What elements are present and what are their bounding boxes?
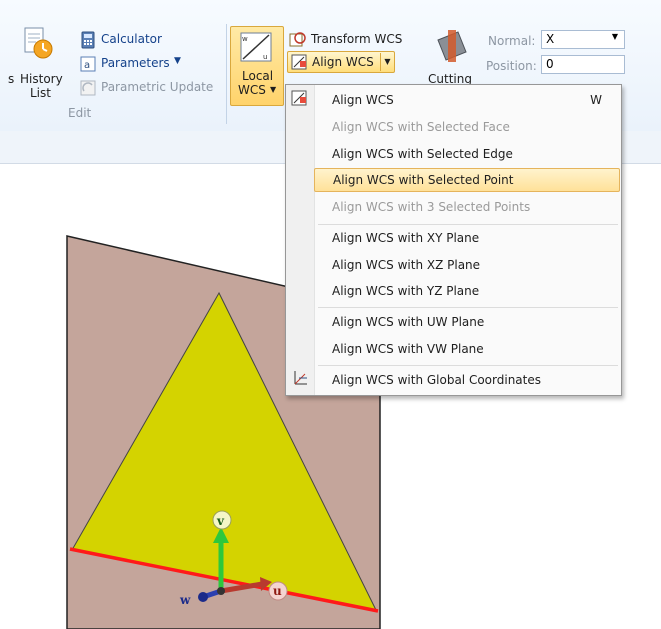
calculator-button[interactable]: Calculator [80,30,200,50]
truncated-left-label: s [8,72,15,86]
ribbon-separator [226,24,227,124]
normal-label: Normal: [488,34,536,48]
menu-item-align-3-selected-points[interactable]: Align WCS with 3 Selected Points [314,195,620,219]
position-label: Position: [486,59,537,73]
parametric-update-button[interactable]: Parametric Update [80,78,220,98]
menu-item-align-selected-point[interactable]: Align WCS with Selected Point [314,168,620,192]
menu-item-align-yz-plane[interactable]: Align WCS with YZ Plane [314,279,620,303]
menu-item-label: Align WCS with UW Plane [332,315,485,329]
menu-item-label: Align WCS with YZ Plane [332,284,480,298]
transform-wcs-icon [289,32,306,47]
menu-item-label: Align WCS with Global Coordinates [332,373,541,387]
parametric-update-icon [80,80,96,96]
local-wcs-button[interactable]: w u Local WCS ▼ [230,26,284,106]
svg-text:w: w [242,35,248,43]
svg-text:w: w [179,593,191,607]
position-value: 0 [546,57,554,71]
menu-item-label: Align WCS with VW Plane [332,342,484,356]
menu-separator [318,307,618,308]
axis-label-v: v [212,510,232,530]
menu-item-align-global-coordinates[interactable]: Align WCS with Global Coordinates [314,368,620,392]
transform-wcs-label: Transform WCS [311,32,403,46]
menu-item-align-xy-plane[interactable]: Align WCS with XY Plane [314,226,620,250]
menu-item-label: Align WCS with Selected Edge [332,147,513,161]
history-label-line1: History [20,72,63,86]
history-icon [24,27,53,59]
parameters-icon: a [80,56,96,72]
local-wcs-label-line1: Local [242,69,274,83]
svg-text:u: u [263,53,267,61]
menu-item-label: Align WCS with XZ Plane [332,258,481,272]
normal-dropdown-icon: ▼ [611,32,618,41]
menu-item-label: Align WCS with Selected Face [332,120,510,134]
transform-wcs-button[interactable]: Transform WCS [289,30,409,50]
align-wcs-label: Align WCS [312,55,374,69]
calculator-icon [81,31,95,49]
menu-item-shortcut: W [590,93,602,107]
svg-text:a: a [84,60,90,71]
parameters-label: Parameters [101,56,170,70]
menu-separator [318,365,618,366]
parameters-dropdown-icon: ▼ [174,56,181,66]
menu-item-align-uw-plane[interactable]: Align WCS with UW Plane [314,310,620,334]
menu-item-label: Align WCS [332,93,394,107]
local-wcs-label-line2: WCS [238,83,266,97]
align-wcs-icon [291,54,307,70]
normal-select[interactable]: X ▼ [541,30,625,49]
svg-text:u: u [273,584,282,598]
global-coordinates-icon [294,371,307,385]
cutting-plane-icon [437,30,467,62]
menu-icon-gutter [286,85,315,395]
history-label-line2: List [30,86,51,100]
menu-item-align-selected-face[interactable]: Align WCS with Selected Face [314,115,620,139]
local-wcs-icon: w u [240,32,272,62]
svg-text:v: v [216,514,225,528]
menu-separator [318,224,618,225]
menu-item-label: Align WCS with Selected Point [333,173,514,187]
menu-item-label: Align WCS with 3 Selected Points [332,200,531,214]
axis-label-u: u [268,581,288,601]
parameters-button[interactable]: a Parameters ▼ [80,54,200,74]
menu-item-align-vw-plane[interactable]: Align WCS with VW Plane [314,337,620,361]
menu-item-align-xz-plane[interactable]: Align WCS with XZ Plane [314,253,620,277]
align-wcs-menu: Align WCS W Align WCS with Selected Face… [285,84,622,396]
menu-item-label: Align WCS with XY Plane [332,231,480,245]
align-wcs-button[interactable]: Align WCS ▼ [287,51,395,73]
parametric-update-label: Parametric Update [101,80,214,94]
menu-item-align-wcs[interactable]: Align WCS W [314,88,620,112]
menu-item-align-selected-edge[interactable]: Align WCS with Selected Edge [314,142,620,166]
position-input[interactable]: 0 [541,55,625,74]
align-wcs-icon [291,90,307,106]
normal-value: X [546,32,555,46]
edit-group-label: Edit [68,106,92,120]
axis-label-w: w [179,593,191,607]
align-wcs-dropdown[interactable]: ▼ [380,53,394,71]
local-wcs-dropdown-icon: ▼ [270,85,277,94]
calculator-label: Calculator [101,32,162,46]
